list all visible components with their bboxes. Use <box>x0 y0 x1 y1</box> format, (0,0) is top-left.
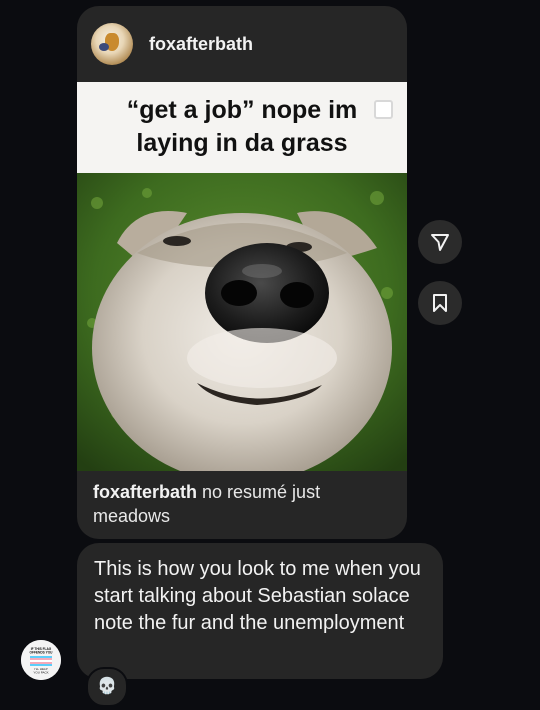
meme-caption-banner: “get a job” nope im laying in da grass <box>77 82 407 173</box>
sender-avatar[interactable]: IF THIS FLAG OFFENDS YOU I'LL HELP YOU P… <box>21 640 61 680</box>
svg-text:OFFENDS YOU: OFFENDS YOU <box>30 651 54 655</box>
post-author-avatar[interactable] <box>91 23 133 65</box>
message-bubble[interactable]: This is how you look to me when you star… <box>77 543 443 679</box>
post-caption: foxafterbath no resumé just meadows <box>93 480 393 528</box>
reaction-badge[interactable]: 💀 <box>86 667 128 707</box>
meme-caption-line-1: “get a job” nope im <box>126 96 358 124</box>
caption-username[interactable]: foxafterbath <box>93 482 197 502</box>
skull-reaction-icon: 💀 <box>97 678 117 695</box>
dm-thread: foxafterbath “get a job” nope im laying … <box>0 0 540 710</box>
share-button[interactable] <box>418 220 462 264</box>
save-button[interactable] <box>418 281 462 325</box>
post-header: foxafterbath <box>77 6 407 82</box>
meme-dog-photo[interactable] <box>77 173 407 471</box>
bookmark-icon <box>433 294 447 312</box>
flag-sticker-icon: IF THIS FLAG OFFENDS YOU I'LL HELP YOU P… <box>21 640 61 680</box>
meme-caption-line-2: laying in da grass <box>136 129 348 157</box>
message-text: This is how you look to me when you star… <box>94 558 421 634</box>
send-icon <box>431 234 449 251</box>
shared-post-card[interactable]: foxafterbath “get a job” nope im laying … <box>77 6 407 539</box>
svg-text:YOU PACK: YOU PACK <box>33 671 48 675</box>
sticker-square-icon <box>374 100 393 119</box>
post-author-username[interactable]: foxafterbath <box>149 34 253 55</box>
